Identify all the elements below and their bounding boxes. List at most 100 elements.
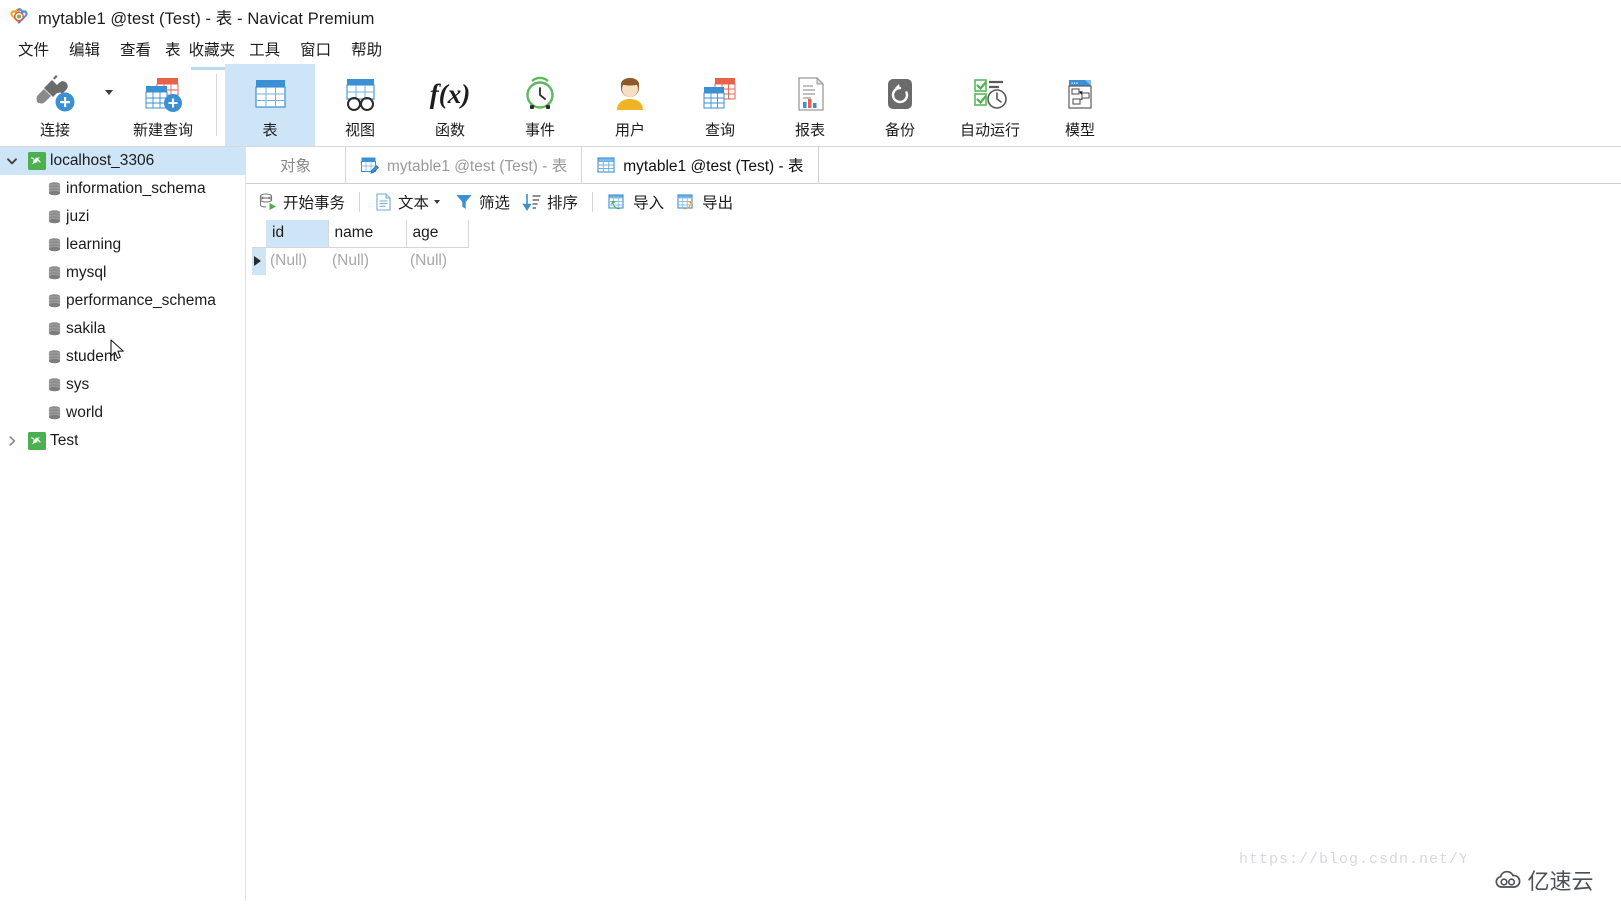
toolbar-button-table[interactable]: 表 (225, 64, 315, 146)
toolbar-button-query[interactable]: 查询 (675, 64, 765, 146)
header-row: id name age (252, 220, 469, 248)
toolbar-button-event[interactable]: 事件 (495, 64, 585, 146)
tree-connection-localhost[interactable]: localhost_3306 (0, 147, 245, 175)
tree-database-student[interactable]: student (0, 343, 245, 371)
tree-label-student: student (66, 348, 117, 365)
data-grid-body: (Null) (Null) (Null) (252, 247, 468, 275)
tree-label-juzi: juzi (66, 208, 90, 225)
toolbar-button-view[interactable]: 视图 (315, 64, 405, 146)
table-row[interactable]: (Null) (Null) (Null) (252, 247, 468, 275)
import-button[interactable]: 导入 (601, 189, 670, 215)
menu-favorites[interactable]: 收藏夹 (185, 35, 240, 70)
toolbar-button-automation[interactable]: 自动运行 (945, 64, 1035, 146)
menu-tools[interactable]: 工具 (239, 35, 290, 63)
tree-label-sys: sys (66, 376, 90, 393)
tree-database-performance-schema[interactable]: performance_schema (0, 287, 245, 315)
tree-database-world[interactable]: world (0, 399, 245, 427)
tab-mytable1-design[interactable]: mytable1 @test (Test) - 表 (346, 147, 583, 183)
table-icon (247, 72, 293, 116)
export-button[interactable]: 导出 (670, 189, 739, 215)
backup-icon (877, 72, 923, 116)
tab-mytable1-data[interactable]: mytable1 @test (Test) - 表 (582, 147, 819, 183)
tree-label-mysql: mysql (66, 264, 107, 281)
mysql-dolphin-icon (24, 152, 50, 170)
toolbar-button-model[interactable]: 模型 (1035, 64, 1125, 146)
menu-table[interactable]: 表 (161, 35, 185, 63)
body-split: localhost_3306 information_schema juzi l… (0, 147, 1621, 901)
tree-database-sakila[interactable]: sakila (0, 315, 245, 343)
database-icon (42, 405, 66, 422)
chevron-down-icon[interactable] (0, 155, 24, 167)
chevron-right-icon[interactable] (0, 435, 24, 447)
toolbar-button-user[interactable]: 用户 (585, 64, 675, 146)
navigation-sidebar: localhost_3306 information_schema juzi l… (0, 147, 246, 901)
tab-mytable1-design-label: mytable1 @test (Test) - 表 (387, 158, 568, 175)
export-icon (676, 192, 697, 212)
tab-bar: 对象 mytable1 @test (Test) - 表 mytable1 @t… (246, 147, 1621, 184)
tree-connection-test[interactable]: Test (0, 427, 245, 455)
event-clock-icon (517, 72, 563, 116)
tree-database-sys[interactable]: sys (0, 371, 245, 399)
cell-id[interactable]: (Null) (266, 247, 328, 275)
tab-mytable1-data-label: mytable1 @test (Test) - 表 (623, 158, 804, 175)
data-grid-header: id name age (252, 220, 469, 248)
menu-file[interactable]: 文件 (8, 35, 59, 63)
toolbar-label-backup: 备份 (884, 122, 915, 139)
navicat-window: mytable1 @test (Test) - 表 - Navicat Prem… (0, 0, 1621, 906)
menu-window[interactable]: 窗口 (290, 35, 341, 63)
cell-age[interactable]: (Null) (406, 247, 468, 275)
connection-dropdown-chevron-down-icon[interactable] (100, 64, 118, 146)
rowmark-header (252, 220, 266, 248)
tree-database-learning[interactable]: learning (0, 231, 245, 259)
tree-label-world: world (66, 404, 104, 421)
toolbar-separator (216, 74, 217, 136)
database-icon (42, 293, 66, 310)
content-area: 对象 mytable1 @test (Test) - 表 mytable1 @t… (246, 147, 1621, 901)
toolbar-button-report[interactable]: 报表 (765, 64, 855, 146)
database-icon (42, 349, 66, 366)
model-icon (1057, 72, 1103, 116)
toolbar-button-function[interactable]: f(x) 函数 (405, 64, 495, 146)
text-chevron-down-icon[interactable] (434, 200, 441, 204)
sort-button[interactable]: 排序 (516, 189, 584, 215)
begin-transaction-icon (258, 192, 278, 212)
menu-edit[interactable]: 编辑 (59, 35, 110, 63)
text-button[interactable]: 文本 (368, 189, 448, 215)
toolbar-label-query: 查询 (704, 122, 735, 139)
current-row-marker-icon (252, 247, 266, 275)
watermark-badge: 亿速云 (1466, 853, 1621, 906)
menu-bar: 文件 编辑 查看 表 收藏夹 工具 窗口 帮助 (0, 33, 1621, 70)
tree-label-sakila: sakila (66, 320, 106, 337)
cell-name[interactable]: (Null) (328, 247, 406, 275)
tab-objects[interactable]: 对象 (246, 147, 346, 183)
toolbar-button-backup[interactable]: 备份 (855, 64, 945, 146)
column-header-id[interactable]: id (266, 220, 329, 248)
watermark-url: https://blog.csdn.net/Y (1238, 851, 1469, 868)
tree-database-information-schema[interactable]: information_schema (0, 175, 245, 203)
connection-plug-icon (32, 72, 78, 116)
toolbar-button-connection[interactable]: 连接 (10, 64, 100, 146)
toolbar-label-automation: 自动运行 (959, 122, 1020, 139)
tree-database-juzi[interactable]: juzi (0, 203, 245, 231)
toolbar-label-new-query: 新建查询 (132, 122, 193, 139)
toolbar-button-new-query[interactable]: 新建查询 (118, 64, 208, 146)
tab-objects-label: 对象 (279, 158, 311, 175)
column-header-name[interactable]: name (328, 220, 407, 248)
database-icon (42, 377, 66, 394)
menu-help[interactable]: 帮助 (341, 35, 392, 63)
tree-database-mysql[interactable]: mysql (0, 259, 245, 287)
toolbar-label-connection: 连接 (39, 122, 70, 139)
column-header-age[interactable]: age (406, 220, 469, 248)
text-document-icon (374, 192, 393, 212)
menu-view[interactable]: 查看 (110, 35, 161, 63)
toolbar-label-model: 模型 (1064, 122, 1095, 139)
toolbar-label-report: 报表 (794, 122, 825, 139)
begin-transaction-button[interactable]: 开始事务 (252, 189, 351, 215)
tree-label-localhost: localhost_3306 (50, 152, 155, 169)
filter-button[interactable]: 筛选 (448, 189, 516, 215)
toolbar-label-user: 用户 (614, 122, 645, 139)
grid-toolbar: 开始事务 文本 筛选 排序 导入 导出 (246, 184, 1621, 220)
database-icon (42, 265, 66, 282)
data-grid-area: id name age (Null) (Null) (Null) (246, 220, 1621, 901)
table-design-icon (360, 155, 380, 175)
